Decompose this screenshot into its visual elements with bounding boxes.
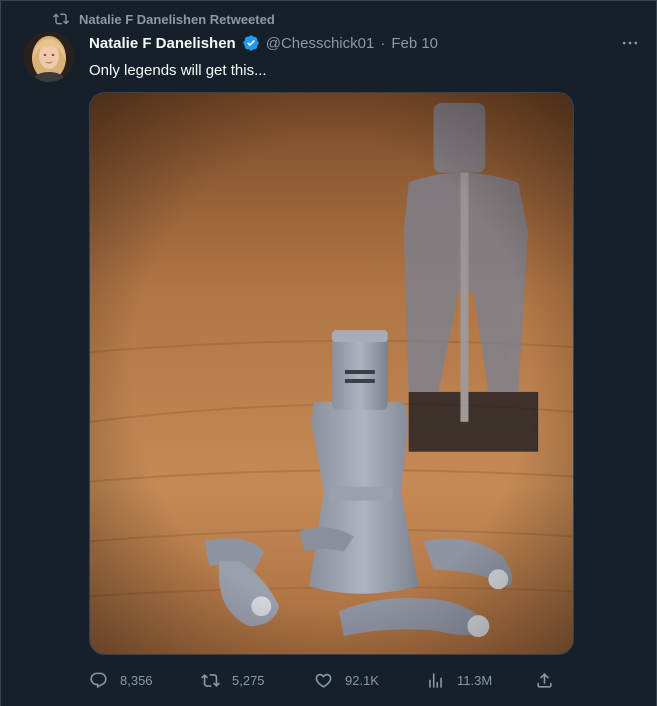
tweet-text: Only legends will get this... (89, 62, 267, 79)
heart-icon (315, 673, 332, 688)
retweet-banner[interactable]: Natalie F Danelishen Retweeted (53, 11, 275, 27)
share-button[interactable] (535, 667, 554, 693)
retweet-icon (201, 673, 220, 687)
retweet-icon (53, 13, 69, 25)
separator-dot: · (380, 34, 386, 52)
avatar[interactable] (24, 32, 74, 82)
author-name[interactable]: Natalie F Danelishen (89, 35, 236, 52)
like-button[interactable]: 92.1K (314, 667, 379, 693)
retweet-banner-text: Natalie F Danelishen Retweeted (79, 11, 275, 27)
views-button[interactable]: 11.3M (426, 667, 492, 693)
retweet-count: 5,275 (232, 672, 265, 688)
author-handle[interactable]: @Chesschick01 (266, 35, 375, 52)
views-count: 11.3M (457, 672, 493, 688)
like-count: 92.1K (345, 672, 379, 688)
tweet-actions: 8,356 5,275 92.1K 11.3M (89, 667, 559, 693)
tweet-media-image[interactable] (89, 92, 574, 655)
tweet-date[interactable]: Feb 10 (391, 35, 438, 52)
reply-count: 8,356 (120, 672, 153, 688)
reply-button[interactable]: 8,356 (89, 667, 153, 693)
tweet-card[interactable]: Natalie F Danelishen Retweeted Natalie F… (0, 0, 657, 706)
retweet-button[interactable]: 5,275 (201, 667, 265, 693)
verified-badge-icon[interactable] (242, 34, 260, 52)
views-icon (429, 672, 442, 688)
more-options-icon[interactable] (618, 33, 642, 53)
reply-icon (90, 672, 107, 688)
tweet-header: Natalie F Danelishen @Chesschick01 · Feb… (89, 34, 438, 52)
share-icon (537, 672, 552, 688)
